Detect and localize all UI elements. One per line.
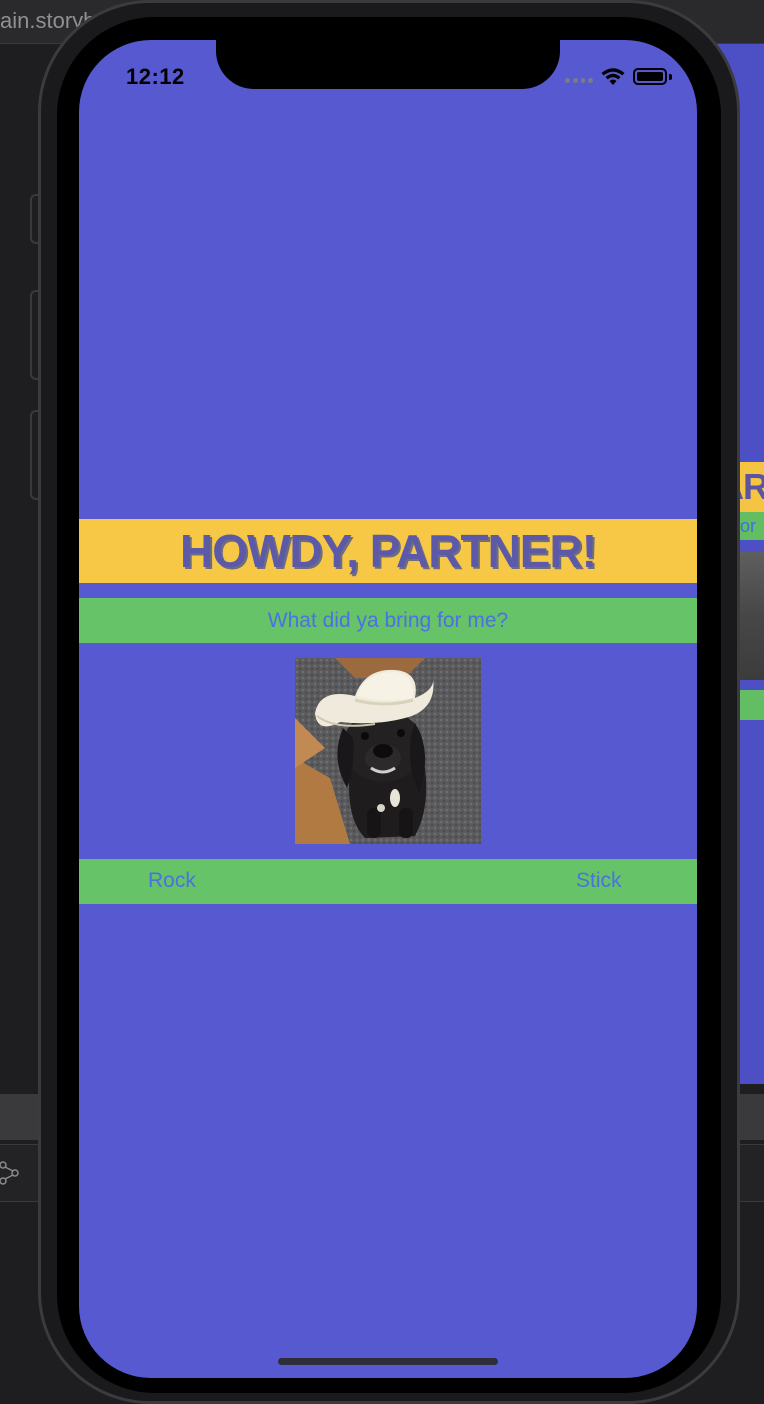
notch — [216, 40, 560, 89]
question-label: What did ya bring for me? — [267, 608, 509, 632]
wifi-icon — [601, 68, 625, 85]
stick-button[interactable]: Stick — [576, 869, 622, 893]
battery-cap — [669, 74, 672, 80]
app-screen: 12:12 HOWDY, PARTNER! What did ya bring … — [79, 40, 697, 1378]
storyboard-image — [738, 552, 764, 680]
status-icons — [565, 66, 675, 88]
graph-icon[interactable] — [0, 1156, 24, 1186]
battery-icon — [633, 68, 667, 85]
page-title: HOWDY, PARTNER! — [179, 525, 597, 577]
status-time: 12:12 — [126, 64, 185, 89]
button-bar: Rock Stick — [79, 859, 697, 904]
rock-button[interactable]: Rock — [148, 869, 196, 893]
dog-cowboy-hat-image — [295, 658, 481, 844]
title-banner: HOWDY, PARTNER! — [79, 519, 697, 583]
question-banner: What did ya bring for me? — [79, 598, 697, 643]
home-indicator[interactable] — [278, 1358, 498, 1365]
cellular-signal-icon — [565, 78, 593, 84]
